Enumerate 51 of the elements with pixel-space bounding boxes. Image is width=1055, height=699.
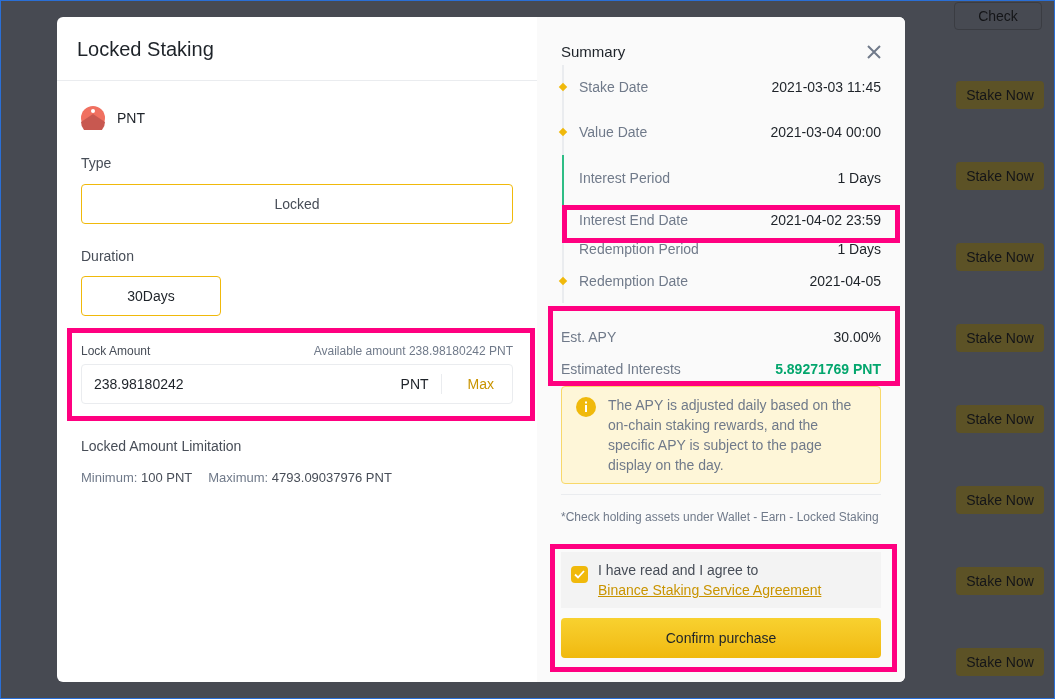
interest-value: 5.89271769 PNT	[775, 360, 881, 379]
apy-label: Est. APY	[561, 328, 617, 347]
stake-now-button[interactable]: Stake Now	[956, 486, 1044, 514]
interest-label: Estimated Interests	[561, 360, 681, 379]
timeline-label: Stake Date	[579, 78, 649, 97]
check-button[interactable]: Check	[954, 2, 1042, 30]
close-icon	[867, 45, 881, 59]
agreement-link[interactable]: Binance Staking Service Agreement	[598, 582, 822, 598]
timeline-value: 2021-04-02 23:59	[770, 211, 881, 230]
duration-option[interactable]: 30Days	[81, 276, 221, 316]
notice-text: The APY is adjusted daily based on the on-chain staking rewards, and the specific APY is subject to the page display on the day.	[608, 396, 853, 475]
maximum-text: Maximum: 4793.09037976 PNT	[208, 469, 392, 487]
type-label: Type	[81, 154, 113, 173]
summary-title: Summary	[561, 41, 626, 62]
type-option[interactable]: Locked	[81, 184, 513, 224]
coin-name: PNT	[117, 109, 145, 128]
unit-text: PNT	[400, 374, 442, 394]
stake-now-button[interactable]: Stake Now	[956, 243, 1044, 271]
timeline-value: 2021-03-03 11:45	[771, 78, 881, 97]
apy-value: 30.00%	[833, 328, 881, 347]
timeline-label: Interest End Date	[579, 211, 688, 230]
lock-amount-field[interactable]: 238.98180242 PNT Max	[81, 364, 513, 404]
info-icon	[576, 397, 596, 417]
stake-now-button[interactable]: Stake Now	[956, 567, 1044, 595]
coin-icon	[81, 106, 105, 130]
agreement-text: I have read and I agree to Binance Staking Service Agreement	[598, 561, 823, 600]
agree-checkbox[interactable]	[571, 566, 588, 583]
checkmark-icon	[574, 570, 585, 579]
footnote-text: *Check holding assets under Wallet - Earn - Locked Staking	[561, 509, 880, 525]
timeline-value: 1 Days	[837, 169, 881, 188]
timeline-value: 2021-03-04 00:00	[770, 123, 881, 142]
dialog-title: Locked Staking	[77, 36, 214, 62]
close-button[interactable]	[867, 45, 881, 59]
stake-now-button[interactable]: Stake Now	[956, 648, 1044, 676]
duration-label: Duration	[81, 247, 135, 266]
timeline-value: 1 Days	[837, 240, 881, 259]
stake-now-button[interactable]: Stake Now	[956, 405, 1044, 433]
timeline-label: Redemption Date	[579, 272, 688, 291]
limitation-title: Locked Amount Limitation	[81, 437, 243, 456]
timeline-value: 2021-04-05	[809, 272, 881, 291]
stake-now-button[interactable]: Stake Now	[956, 324, 1044, 352]
timeline-label: Value Date	[579, 123, 648, 142]
max-button[interactable]: Max	[467, 374, 494, 394]
confirm-purchase-button[interactable]: Confirm purchase	[561, 618, 881, 658]
minimum-text: Minimum: 100 PNT	[81, 469, 193, 487]
stake-now-button[interactable]: Stake Now	[956, 81, 1044, 109]
stake-now-button[interactable]: Stake Now	[956, 162, 1044, 190]
timeline-label: Redemption Period	[579, 240, 699, 259]
lock-amount-label: Lock Amount	[81, 343, 151, 359]
available-amount-text: Available amount 238.98180242 PNT	[313, 343, 513, 359]
timeline-label: Interest Period	[579, 169, 671, 188]
